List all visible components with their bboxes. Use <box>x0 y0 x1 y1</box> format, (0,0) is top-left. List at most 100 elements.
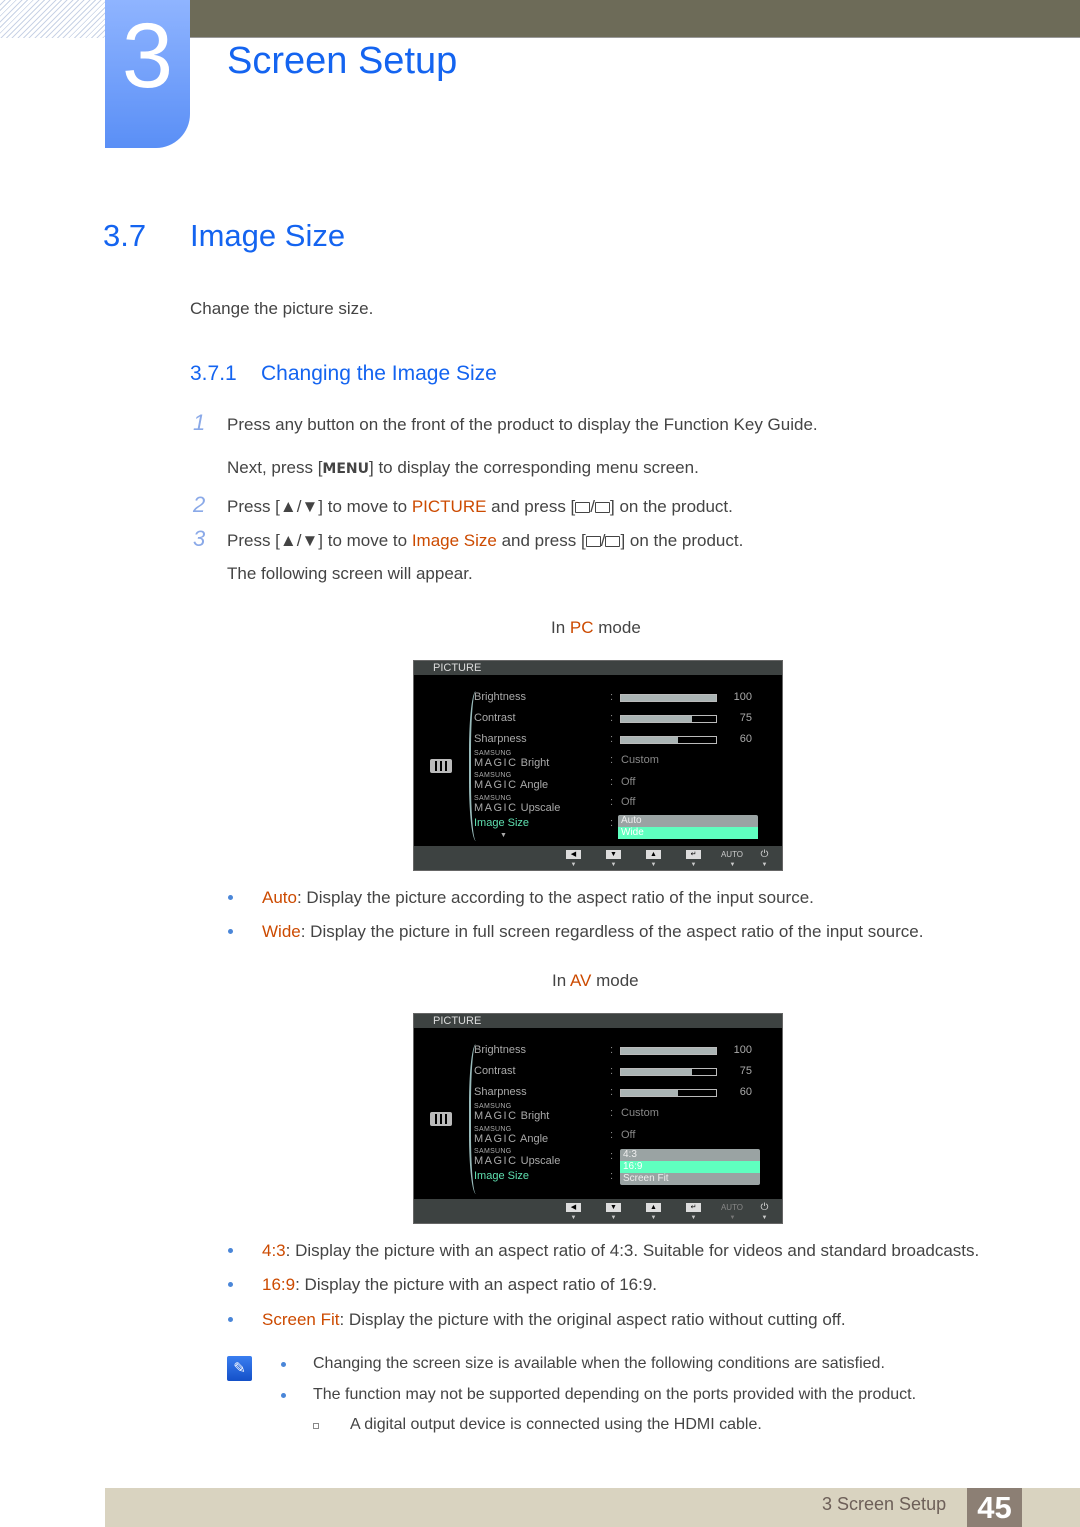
header-hatch <box>0 0 105 38</box>
av-mode-label: In AV mode <box>552 971 639 991</box>
brightness-fill <box>621 695 716 701</box>
key-arrow-icon: ▼ <box>650 1215 657 1221</box>
up-key-icon[interactable]: ▲ <box>646 1203 661 1212</box>
bullet-dot <box>228 929 233 934</box>
bullet-dot <box>228 1317 233 1322</box>
osd-header: PICTURE <box>414 1014 782 1028</box>
mode-pre: In <box>552 971 570 990</box>
bullet-wide: Wide: Display the picture in full screen… <box>228 922 924 942</box>
step-post: and press [ <box>496 531 586 550</box>
magic-upscale-value: Off <box>621 796 636 808</box>
step-number: 3 <box>193 526 206 551</box>
step-pre: Press [▲/▼] to move to <box>227 497 412 516</box>
enter-key-icon[interactable]: ↵ <box>686 850 701 859</box>
bullet-term: Screen Fit <box>262 1310 340 1329</box>
magic-word: MAGIC <box>474 1110 518 1122</box>
down-key-icon[interactable]: ▼ <box>606 850 621 859</box>
step-post: and press [ <box>486 497 576 516</box>
bullet-term: 16:9 <box>262 1275 296 1294</box>
magic-bright-value: Custom <box>621 1107 659 1119</box>
section-number: 3.7 <box>103 218 147 253</box>
brightness-bar[interactable] <box>620 1047 717 1055</box>
left-key-icon[interactable]: ◀ <box>566 1203 581 1212</box>
magic-word: MAGIC <box>474 1133 518 1145</box>
bullet-term: Auto <box>262 888 297 907</box>
bullet-text: : Display the picture in full screen reg… <box>300 922 924 941</box>
step-tail: ] on the product. <box>610 497 733 516</box>
sharpness-bar[interactable] <box>620 1089 717 1097</box>
sharpness-label: Sharpness <box>474 1086 527 1098</box>
power-icon[interactable]: ⏻ <box>757 850 772 860</box>
option-16-9[interactable]: 16:9 <box>620 1161 760 1173</box>
bullet-screen-fit: Screen Fit: Display the picture with the… <box>228 1310 846 1330</box>
menu-key: MENU <box>322 461 370 477</box>
bullet-dot <box>281 1362 286 1367</box>
highlight-picture: PICTURE <box>411 497 487 516</box>
contrast-bar[interactable] <box>620 1068 717 1076</box>
option-auto[interactable]: Auto <box>618 815 758 827</box>
step-pre: Press [▲/▼] to move to <box>227 531 412 550</box>
option-wide[interactable]: Wide <box>618 827 758 839</box>
key-arrow-icon: ▼ <box>650 862 657 868</box>
brightness-label: Brightness <box>474 1044 526 1056</box>
sharpness-value: 60 <box>739 733 752 745</box>
subnote-text: A digital output device is connected usi… <box>350 1416 762 1433</box>
chapter-number: 3 <box>121 5 174 107</box>
chapter-title: Screen Setup <box>227 40 458 82</box>
magic-angle-value: Off <box>621 1129 636 1141</box>
mode-pre: In <box>551 618 570 637</box>
magic-top: SAMSUNG <box>474 1148 512 1155</box>
scroll-down-icon[interactable]: ▼ <box>500 832 507 839</box>
magic-word: MAGIC <box>474 1155 518 1167</box>
step-tail: ] on the product. <box>620 531 744 550</box>
enter-button-icon <box>595 502 611 513</box>
auto-key[interactable]: AUTO <box>720 1203 744 1212</box>
brightness-bar[interactable] <box>620 694 717 702</box>
magic-bright-label: SAMSUNG MAGIC Bright <box>474 750 549 769</box>
image-size-label[interactable]: Image Size <box>474 817 529 829</box>
magic-upscale-label: SAMSUNG MAGIC Upscale <box>474 1148 560 1167</box>
note-item: Changing the screen size is available wh… <box>281 1355 885 1373</box>
colon: : <box>610 817 614 829</box>
key-arrow-icon: ▼ <box>761 1215 768 1221</box>
bullet-auto: Auto: Display the picture according to t… <box>228 888 814 908</box>
magic-label: Bright <box>520 1110 550 1122</box>
key-arrow-icon: ▼ <box>690 862 697 868</box>
power-icon[interactable]: ⏻ <box>757 1203 772 1213</box>
magic-top: SAMSUNG <box>474 1126 512 1133</box>
option-screen-fit[interactable]: Screen Fit <box>620 1173 760 1185</box>
enter-key-icon[interactable]: ↵ <box>686 1203 701 1212</box>
osd-function-bar: ◀ ▼ ▲ ↵ AUTO ⏻ ▼ ▼ ▼ ▼ ▼ ▼ <box>414 1199 782 1223</box>
picture-menu-icon <box>430 1112 452 1126</box>
osd-screen-av: PICTURE Brightness : 100 Contrast : 75 S… <box>413 1013 783 1224</box>
colon: : <box>610 754 614 766</box>
step-text: Press any button on the front of the pro… <box>227 415 818 434</box>
magic-top: SAMSUNG <box>474 1103 512 1110</box>
magic-label: Upscale <box>520 1155 561 1167</box>
step-text: Press [▲/▼] to move to PICTURE and press… <box>227 497 733 516</box>
up-key-icon[interactable]: ▲ <box>646 850 661 859</box>
key-arrow-icon: ▼ <box>610 1215 617 1221</box>
contrast-fill <box>621 1069 693 1075</box>
down-key-icon[interactable]: ▼ <box>606 1203 621 1212</box>
colon: : <box>610 1107 614 1119</box>
sharpness-bar[interactable] <box>620 736 717 744</box>
bullet-text: : Display the picture according to the a… <box>296 888 814 907</box>
magic-label: Angle <box>520 1133 549 1145</box>
step-text: Press [▲/▼] to move to Image Size and pr… <box>227 531 744 550</box>
image-size-dropdown[interactable]: 4:3 16:9 Screen Fit <box>620 1149 760 1185</box>
option-4-3[interactable]: 4:3 <box>620 1149 760 1161</box>
enter-button-icon <box>605 536 621 547</box>
auto-key[interactable]: AUTO <box>720 850 744 859</box>
key-arrow-icon: ▼ <box>690 1215 697 1221</box>
image-size-label[interactable]: Image Size <box>474 1170 529 1182</box>
left-key-icon[interactable]: ◀ <box>566 850 581 859</box>
bullet-term: 4:3 <box>262 1241 286 1260</box>
magic-top: SAMSUNG <box>474 750 512 757</box>
colon: : <box>610 1150 614 1162</box>
colon: : <box>610 1065 614 1077</box>
contrast-value: 75 <box>739 1065 752 1077</box>
contrast-bar[interactable] <box>620 715 717 723</box>
source-button-icon <box>575 502 591 513</box>
image-size-dropdown[interactable]: Auto Wide <box>618 815 758 839</box>
